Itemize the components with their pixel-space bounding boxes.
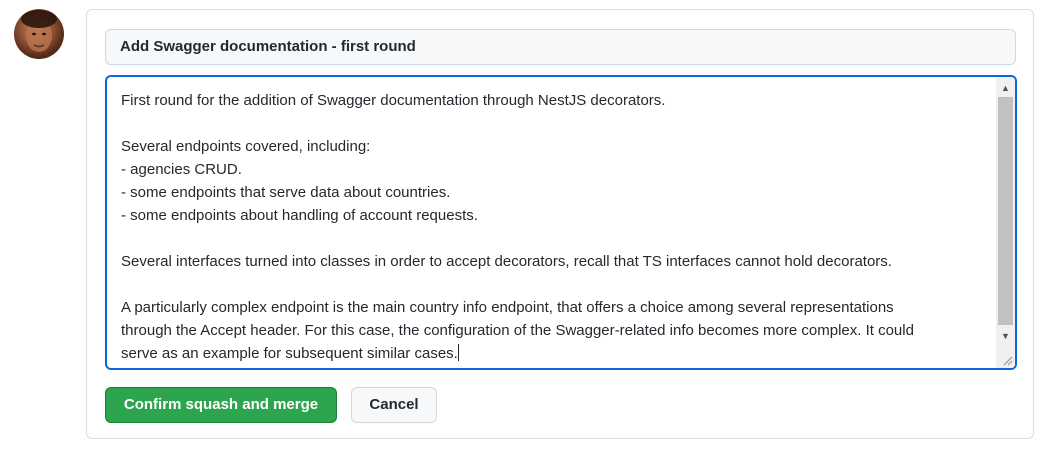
confirm-squash-merge-button[interactable]: Confirm squash and merge: [105, 387, 337, 423]
commit-title-input[interactable]: Add Swagger documentation - first round: [105, 29, 1016, 65]
merge-commit-page: Add Swagger documentation - first round …: [0, 0, 1048, 452]
scroll-up-arrow-icon[interactable]: ▲: [996, 79, 1015, 97]
scrollbar-thumb[interactable]: [998, 97, 1013, 325]
commit-body-line: First round for the addition of Swagger …: [121, 92, 666, 109]
commit-message-textarea[interactable]: First round for the addition of Swagger …: [105, 75, 1017, 370]
resize-grip-icon[interactable]: [996, 349, 1015, 368]
commit-body-line: A particularly complex endpoint is the m…: [121, 299, 894, 316]
user-avatar-icon: [21, 10, 57, 52]
merge-form-panel: Add Swagger documentation - first round …: [86, 9, 1034, 439]
scroll-down-arrow-icon[interactable]: ▼: [996, 327, 1015, 345]
text-caret: [457, 344, 459, 361]
commit-message-text[interactable]: First round for the addition of Swagger …: [121, 89, 987, 365]
commit-body-line: - some endpoints about handling of accou…: [121, 207, 478, 224]
commit-body-line: serve as an example for subsequent simil…: [121, 345, 458, 362]
commit-body-line: through the Accept header. For this case…: [121, 322, 914, 339]
commit-body-line: Several endpoints covered, including:: [121, 138, 371, 155]
commit-body-line: - agencies CRUD.: [121, 161, 242, 178]
textarea-scrollbar[interactable]: ▲ ▼: [996, 77, 1015, 368]
avatar[interactable]: [14, 9, 64, 59]
cancel-button[interactable]: Cancel: [351, 387, 437, 423]
commit-body-line: - some endpoints that serve data about c…: [121, 184, 451, 201]
commit-body-line: Several interfaces turned into classes i…: [121, 253, 892, 270]
